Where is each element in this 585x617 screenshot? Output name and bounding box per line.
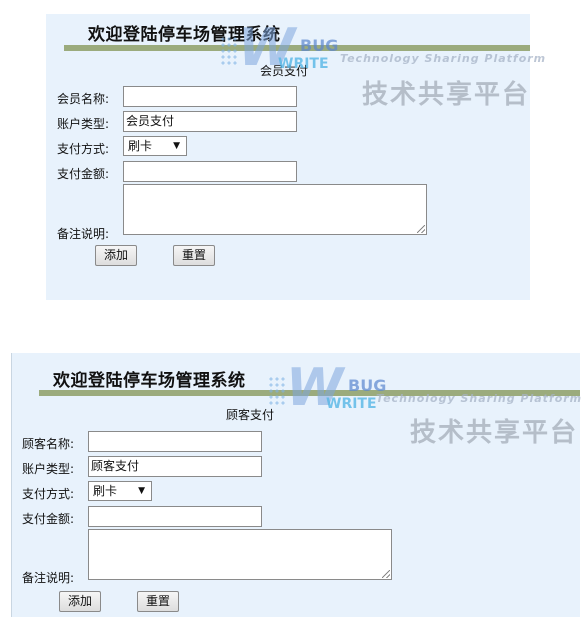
customer-name-input[interactable] (88, 431, 262, 452)
payment-method-label: 支付方式: (57, 142, 110, 156)
payment-method-select[interactable]: 刷卡 ▼ (123, 136, 187, 156)
page-title: 欢迎登陆停车场管理系统 (53, 371, 246, 391)
customer-name-label: 顾客名称: (22, 437, 75, 451)
payment-method-select[interactable]: 刷卡 ▼ (88, 481, 152, 501)
add-button[interactable]: 添加 (59, 591, 101, 612)
payment-amount-input[interactable] (88, 506, 262, 527)
title-divider (64, 45, 530, 51)
add-button[interactable]: 添加 (95, 245, 137, 266)
note-label: 备注说明: (22, 571, 75, 585)
reset-button[interactable]: 重置 (173, 245, 215, 266)
account-type-input[interactable]: 会员支付 (123, 111, 297, 132)
payment-amount-label: 支付金额: (57, 167, 110, 181)
title-divider (39, 390, 580, 396)
member-payment-panel: 欢迎登陆停车场管理系统 会员支付 会员名称: 账户类型: 会员支付 支付方式: … (46, 14, 530, 300)
payment-method-value: 刷卡 (93, 484, 118, 498)
account-type-input[interactable]: 顾客支付 (88, 456, 262, 477)
chevron-down-icon: ▼ (138, 486, 145, 496)
resize-grip-icon[interactable] (382, 570, 390, 578)
account-type-label: 账户类型: (22, 462, 75, 476)
member-name-input[interactable] (123, 86, 297, 107)
form-subtitle: 顾客支付 (226, 408, 275, 422)
note-textarea[interactable] (123, 184, 427, 235)
payment-amount-label: 支付金额: (22, 512, 75, 526)
member-name-label: 会员名称: (57, 92, 110, 106)
note-label: 备注说明: (57, 227, 110, 241)
payment-method-value: 刷卡 (128, 139, 153, 153)
chevron-down-icon: ▼ (173, 141, 180, 151)
reset-button[interactable]: 重置 (137, 591, 179, 612)
resize-grip-icon[interactable] (417, 225, 425, 233)
note-textarea[interactable] (88, 529, 392, 580)
customer-payment-panel: 欢迎登陆停车场管理系统 顾客支付 顾客名称: 账户类型: 顾客支付 支付方式: … (11, 353, 580, 617)
page-title: 欢迎登陆停车场管理系统 (88, 25, 281, 45)
form-subtitle: 会员支付 (260, 64, 309, 78)
account-type-label: 账户类型: (57, 117, 110, 131)
payment-amount-input[interactable] (123, 161, 297, 182)
payment-method-label: 支付方式: (22, 487, 75, 501)
